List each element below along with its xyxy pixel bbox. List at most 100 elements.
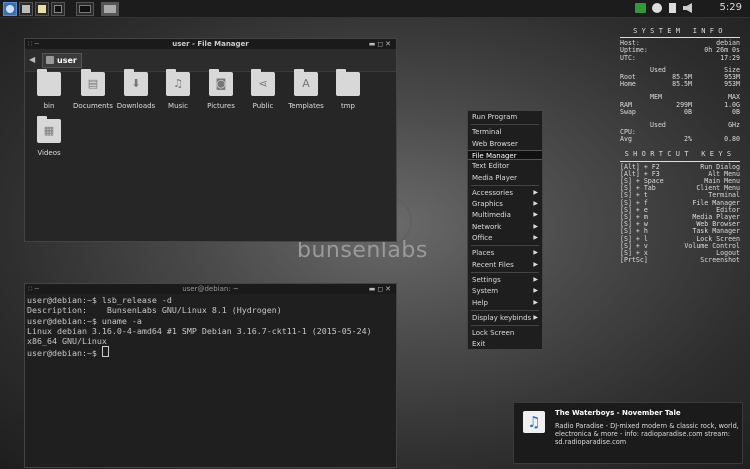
menu-item-label: Help: [472, 298, 488, 307]
submenu-arrow-icon: ▶: [533, 287, 538, 295]
terminal-line: user@debian:~$: [27, 348, 102, 359]
row-value: 0B: [684, 107, 692, 116]
row-value: 2%: [684, 135, 692, 144]
submenu-arrow-icon: ▶: [533, 188, 538, 196]
menu-item-label: Terminal: [472, 128, 502, 137]
menu-item-exit[interactable]: Exit: [468, 339, 542, 349]
notification-popup[interactable]: ♫ The Waterboys - November Tale Radio Pa…: [513, 402, 743, 464]
terminal-line: x86_64 GNU/Linux: [27, 336, 107, 347]
menu-item-run-program[interactable]: Run Program: [468, 112, 542, 122]
row-value: 0B: [732, 107, 740, 116]
back-arrow-icon[interactable]: ◀: [29, 55, 35, 64]
terminal-line: user@debian:~$ lsb_release -d: [27, 295, 172, 305]
divider: [620, 160, 740, 162]
folder-icon: [37, 69, 61, 96]
submenu-arrow-icon: ▶: [533, 275, 538, 283]
submenu-arrow-icon: ▶: [533, 234, 538, 241]
menu-item-accessories[interactable]: Accessories ▶: [468, 188, 542, 198]
file-manager-window: ∷ ─ user - File Manager ▬◻✕ ◀ user bin ▤ D…: [24, 38, 397, 242]
menu-item-label: System: [472, 287, 499, 296]
menu-item-recent-files[interactable]: Recent Files ▶: [468, 260, 542, 270]
submenu-arrow-icon: ▶: [533, 298, 538, 306]
row-label: Avg: [620, 135, 632, 144]
templates-folder-icon: A: [294, 69, 318, 96]
divider: [620, 37, 740, 39]
window-controls[interactable]: ▬◻✕: [369, 284, 393, 294]
clock[interactable]: 5:29: [720, 2, 742, 13]
breadcrumb-home[interactable]: user: [42, 53, 82, 68]
terminal-cursor: [101, 346, 109, 358]
menu-item-graphics[interactable]: Graphics ▶: [468, 199, 542, 209]
file-item-downloads[interactable]: ⬇ Downloads: [114, 69, 158, 110]
terminal-icon[interactable]: [51, 2, 65, 16]
file-item-music[interactable]: ♫ Music: [156, 69, 200, 110]
menu-item-file-manager[interactable]: File Manager: [468, 149, 542, 160]
menu-item-display-keybinds[interactable]: Display keybinds ▶: [468, 313, 542, 323]
terminal-line: Description: BunsenLabs GNU/Linux 8.1 (H…: [27, 305, 282, 316]
menu-icon[interactable]: [3, 2, 17, 16]
volume-icon[interactable]: [683, 3, 692, 13]
file-item-templates[interactable]: A Templates: [284, 69, 328, 110]
menu-item-places[interactable]: Places ▶: [468, 248, 542, 258]
submenu-arrow-icon: ▶: [533, 313, 538, 321]
downloads-folder-icon: ⬇: [124, 69, 148, 96]
cpu-row: CPU:: [620, 128, 740, 136]
menu-item-terminal[interactable]: Terminal: [468, 127, 542, 137]
submenu-arrow-icon: ▶: [533, 222, 538, 230]
text-editor-icon[interactable]: [35, 2, 49, 16]
menu-item-label: Settings: [472, 275, 501, 284]
cpu-ghz-header: GHz: [728, 120, 740, 129]
row-value: 0.80: [724, 135, 740, 144]
file-item-tmp[interactable]: tmp: [326, 69, 370, 110]
menu-item-settings[interactable]: Settings ▶: [468, 275, 542, 285]
terminal-titlebar[interactable]: ∷ ─ user@debian: ~ ▬◻✕: [25, 284, 396, 294]
menu-item-web-browser[interactable]: Web Browser: [468, 139, 542, 149]
file-item-bin[interactable]: bin: [27, 69, 71, 110]
file-item-videos[interactable]: ▦ Videos: [27, 116, 71, 157]
menu-item-label: Web Browser: [472, 139, 518, 148]
battery-icon[interactable]: [635, 3, 646, 13]
submenu-arrow-icon: ▶: [533, 249, 538, 257]
terminal-task-icon[interactable]: [76, 2, 94, 16]
window-controls[interactable]: ▬◻✕: [369, 39, 393, 49]
documents-folder-icon: ▤: [81, 69, 105, 96]
videos-folder-icon: ▦: [37, 116, 61, 143]
file-manager-task-icon[interactable]: [101, 2, 119, 16]
menu-item-label: Office: [472, 234, 493, 242]
menu-item-system[interactable]: System ▶: [468, 286, 542, 296]
notification-body: Radio Paradise - DJ-mixed modern & class…: [555, 422, 739, 447]
terminal-output[interactable]: user@debian:~$ lsb_release -d Descriptio…: [25, 294, 396, 359]
menu-item-text-editor[interactable]: Text Editor: [468, 161, 542, 171]
file-item-label: Public: [252, 102, 274, 110]
menu-item-office[interactable]: Office ▶: [468, 233, 542, 243]
file-item-pictures[interactable]: ◙ Pictures: [199, 69, 243, 110]
menu-item-help[interactable]: Help ▶: [468, 298, 542, 308]
file-item-documents[interactable]: ▤ Documents: [71, 69, 115, 110]
cpu-used-header: Used: [650, 120, 666, 129]
clipboard-icon[interactable]: [669, 3, 676, 13]
menu-item-label: File Manager: [472, 151, 517, 160]
system-info-header: SYSTEM INFO: [633, 27, 727, 35]
terminal-line: Linux debian 3.16.0-4-amd64 #1 SMP Debia…: [27, 325, 372, 336]
file-item-public[interactable]: ⋖ Public: [241, 69, 285, 110]
menu-item-label: Display keybinds: [472, 313, 532, 322]
row-label: Swap: [620, 107, 636, 116]
file-item-label: Documents: [73, 102, 113, 110]
menu-item-label: Run Program: [472, 113, 518, 121]
file-item-label: Downloads: [116, 102, 156, 110]
file-item-label: tmp: [340, 102, 355, 110]
menu-item-label: Recent Files: [472, 260, 514, 269]
file-manager-titlebar[interactable]: ∷ ─ user - File Manager ▬◻✕: [25, 39, 396, 49]
menu-item-media-player[interactable]: Media Player: [468, 173, 542, 183]
row-label: Home: [620, 80, 636, 89]
network-icon[interactable]: [652, 3, 662, 13]
file-manager-icon[interactable]: [19, 2, 33, 16]
menu-item-multimedia[interactable]: Multimedia ▶: [468, 210, 542, 220]
menu-item-lock-screen[interactable]: Lock Screen: [468, 328, 542, 338]
menu-item-network[interactable]: Network ▶: [468, 222, 542, 232]
conky-panel: SYSTEM INFO Host: debian Uptime: 0h 26m 0s…: [620, 27, 740, 264]
submenu-arrow-icon: ▶: [533, 211, 538, 219]
menu-item-label: Multimedia: [472, 211, 511, 220]
menu-item-label: Network: [472, 222, 502, 231]
menu-item-label: Places: [472, 249, 495, 258]
